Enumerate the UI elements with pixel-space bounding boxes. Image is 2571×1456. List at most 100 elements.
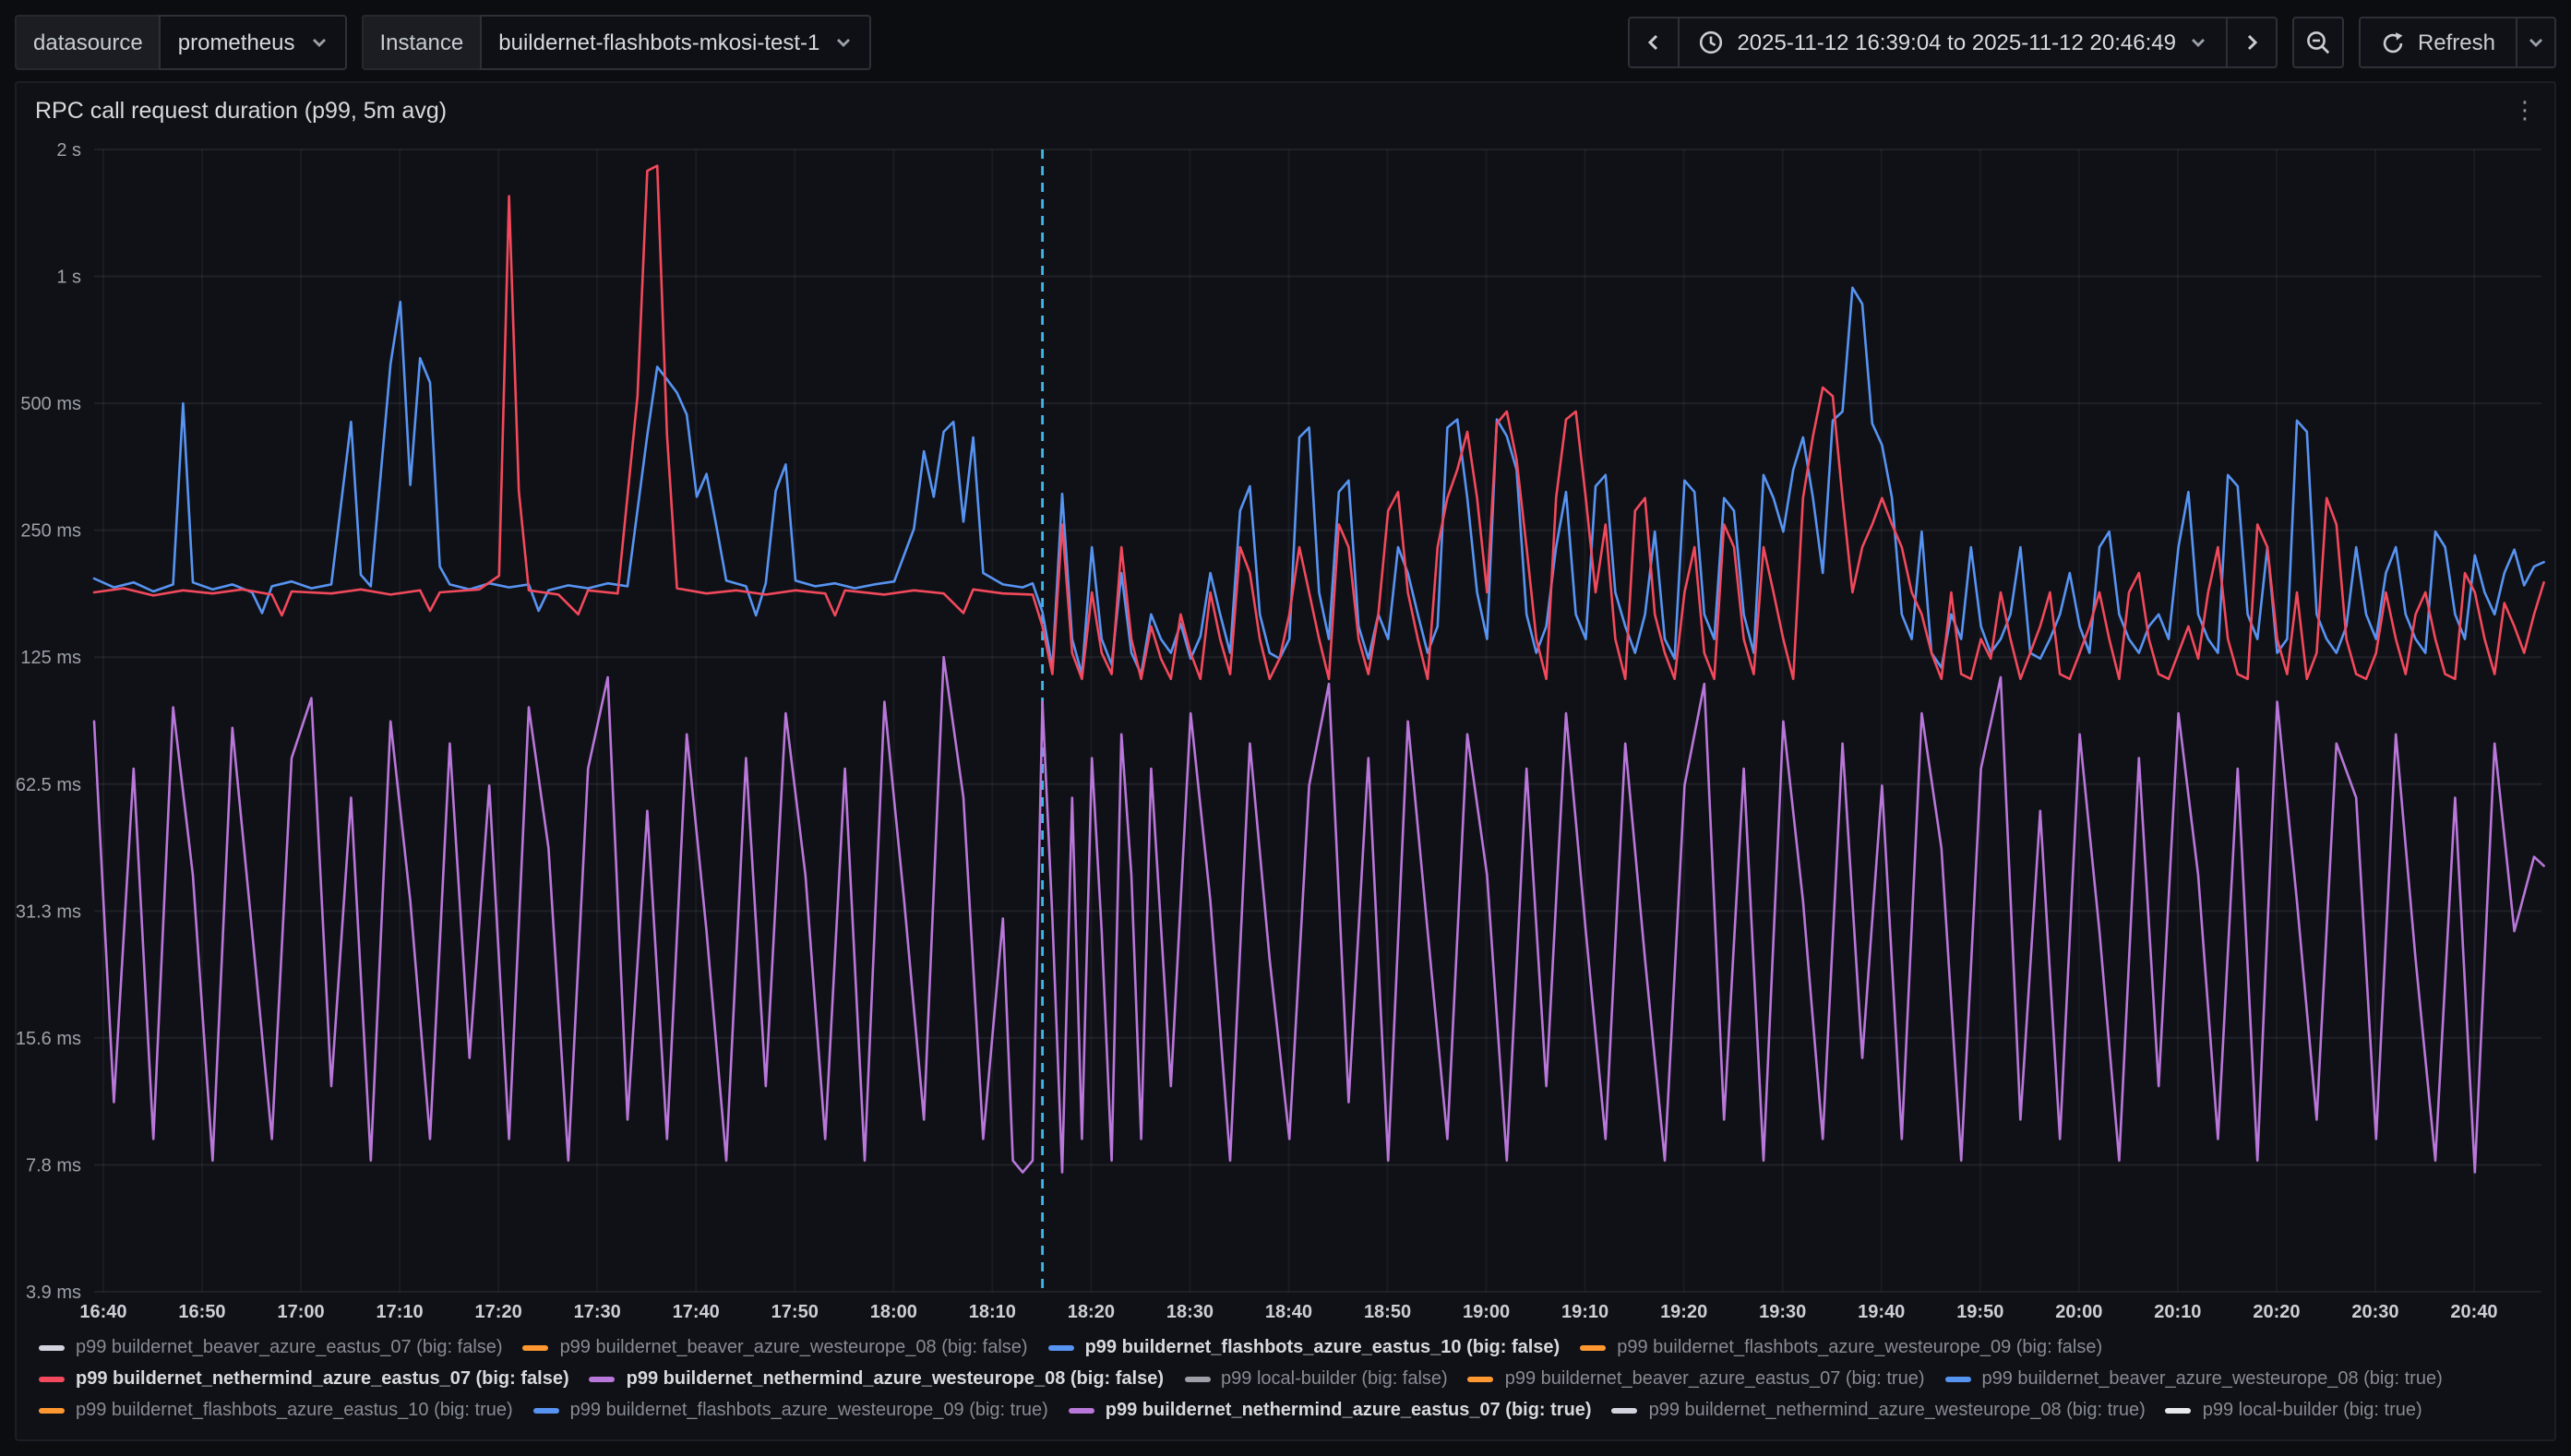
magnifier-minus-icon (2305, 30, 2331, 55)
refresh-icon (2381, 30, 2405, 54)
time-range-picker[interactable]: 2025-11-12 16:39:04 to 2025-11-12 20:46:… (1678, 17, 2228, 68)
x-axis-label: 19:30 (1759, 1302, 1806, 1322)
x-axis-label: 20:10 (2154, 1302, 2201, 1322)
timeseries-chart[interactable]: 2 s1 s500 ms250 ms125 ms62.5 ms31.3 ms15… (17, 135, 2554, 1329)
legend-item[interactable]: p99 local-builder (big: true) (2166, 1397, 2422, 1425)
x-axis-label: 19:40 (1858, 1302, 1905, 1322)
chevron-down-icon (834, 33, 853, 52)
var-datasource: datasource prometheus (15, 15, 347, 70)
x-axis-label: 19:50 (1956, 1302, 2003, 1322)
time-shift-forward-button[interactable] (2226, 17, 2278, 68)
series-color-dash (1612, 1408, 1638, 1414)
x-axis-label: 20:30 (2351, 1302, 2398, 1322)
x-axis-label: 20:20 (2253, 1302, 2300, 1322)
series-color-dash (533, 1408, 559, 1414)
y-axis-label: 125 ms (20, 648, 81, 668)
y-axis-label: 500 ms (20, 394, 81, 414)
clock-icon (1698, 30, 1724, 55)
instance-select[interactable]: buildernet-flashbots-mkosi-test-1 (480, 15, 871, 70)
series-color-dash (1184, 1377, 1210, 1382)
legend: p99 buildernet_beaver_azure_eastus_07 (b… (17, 1329, 2554, 1439)
legend-label: p99 buildernet_beaver_azure_westeurope_0… (1982, 1369, 2443, 1390)
legend-item[interactable]: p99 buildernet_flashbots_azure_westeurop… (533, 1397, 1048, 1425)
chevron-down-icon (2527, 33, 2545, 52)
legend-item[interactable]: p99 buildernet_beaver_azure_westeurope_0… (1945, 1366, 2443, 1393)
panel-rpc-duration: RPC call request duration (p99, 5m avg) … (15, 81, 2556, 1441)
x-axis-label: 18:10 (969, 1302, 1016, 1322)
series-color-dash (39, 1408, 65, 1414)
x-axis-label: 17:40 (673, 1302, 720, 1322)
series-line (94, 288, 2544, 674)
time-shift-back-button[interactable] (1628, 17, 1680, 68)
var-instance: Instance buildernet-flashbots-mkosi-test… (362, 15, 872, 70)
x-axis-label: 16:40 (79, 1302, 126, 1322)
x-axis-label: 17:10 (377, 1302, 424, 1322)
legend-label: p99 buildernet_nethermind_azure_eastus_0… (76, 1369, 569, 1390)
series-color-dash (39, 1345, 65, 1351)
legend-label: p99 buildernet_nethermind_azure_westeuro… (627, 1369, 1164, 1390)
series-color-dash (523, 1345, 549, 1351)
instance-label: Instance (362, 15, 481, 70)
panel-header: RPC call request duration (p99, 5m avg) … (17, 83, 2554, 135)
grafana-dashboard: datasource prometheus Instance builderne… (0, 0, 2571, 1456)
chevron-down-icon (2189, 33, 2207, 52)
dashboard-toolbar: datasource prometheus Instance builderne… (0, 0, 2571, 81)
legend-label: p99 local-builder (big: false) (1221, 1369, 1448, 1390)
x-axis-label: 17:50 (771, 1302, 819, 1322)
x-axis-label: 17:00 (277, 1302, 324, 1322)
panel-menu-kebab-icon[interactable]: ⋮ (2503, 92, 2547, 129)
legend-label: p99 local-builder (big: true) (2203, 1401, 2422, 1421)
series-color-dash (1069, 1408, 1094, 1414)
legend-item[interactable]: p99 buildernet_beaver_azure_eastus_07 (b… (39, 1334, 503, 1362)
legend-item[interactable]: p99 buildernet_flashbots_azure_eastus_10… (1048, 1334, 1561, 1362)
time-nav-group: 2025-11-12 16:39:04 to 2025-11-12 20:46:… (1628, 17, 2278, 68)
legend-item[interactable]: p99 buildernet_nethermind_azure_eastus_0… (39, 1366, 569, 1393)
series-color-dash (2166, 1408, 2192, 1414)
legend-item[interactable]: p99 buildernet_beaver_azure_eastus_07 (b… (1468, 1366, 1925, 1393)
legend-item[interactable]: p99 buildernet_nethermind_azure_eastus_0… (1069, 1397, 1592, 1425)
y-axis-label: 15.6 ms (17, 1029, 81, 1049)
chevron-down-icon (310, 33, 329, 52)
series-color-dash (39, 1377, 65, 1382)
chevron-right-icon (2241, 31, 2263, 54)
y-axis-label: 31.3 ms (17, 901, 81, 922)
chart-plot[interactable]: 2 s1 s500 ms250 ms125 ms62.5 ms31.3 ms15… (17, 135, 2554, 1329)
refresh-interval-dropdown[interactable] (2516, 17, 2556, 68)
zoom-out-button[interactable] (2292, 17, 2344, 68)
legend-item[interactable]: p99 local-builder (big: false) (1184, 1366, 1448, 1393)
legend-label: p99 buildernet_flashbots_azure_eastus_10… (1085, 1338, 1561, 1358)
x-axis-label: 20:00 (2055, 1302, 2102, 1322)
legend-item[interactable]: p99 buildernet_nethermind_azure_westeuro… (590, 1366, 1164, 1393)
x-axis-label: 18:00 (870, 1302, 917, 1322)
legend-label: p99 buildernet_beaver_azure_westeurope_0… (560, 1338, 1028, 1358)
series-color-dash (590, 1377, 616, 1382)
x-axis-label: 18:20 (1068, 1302, 1115, 1322)
x-axis-label: 17:30 (574, 1302, 621, 1322)
datasource-select[interactable]: prometheus (160, 15, 347, 70)
refresh-label: Refresh (2418, 30, 2495, 55)
refresh-group: Refresh (2359, 17, 2556, 68)
legend-label: p99 buildernet_flashbots_azure_westeurop… (570, 1401, 1048, 1421)
time-range-text: 2025-11-12 16:39:04 to 2025-11-12 20:46:… (1737, 30, 2176, 55)
y-axis-label: 2 s (56, 140, 81, 161)
x-axis-label: 18:50 (1364, 1302, 1411, 1322)
legend-item[interactable]: p99 buildernet_beaver_azure_westeurope_0… (523, 1334, 1028, 1362)
y-axis-label: 250 ms (20, 521, 81, 542)
chevron-left-icon (1643, 31, 1665, 54)
legend-label: p99 buildernet_flashbots_azure_westeurop… (1617, 1338, 2102, 1358)
y-axis-label: 1 s (56, 268, 81, 288)
x-axis-label: 19:00 (1463, 1302, 1510, 1322)
series-line (94, 657, 2544, 1172)
legend-label: p99 buildernet_nethermind_azure_westeuro… (1649, 1401, 2146, 1421)
x-axis-label: 19:10 (1561, 1302, 1608, 1322)
x-axis-label: 18:30 (1166, 1302, 1214, 1322)
series-line (94, 166, 2544, 679)
legend-label: p99 buildernet_nethermind_azure_eastus_0… (1106, 1401, 1592, 1421)
refresh-button[interactable]: Refresh (2359, 17, 2517, 68)
legend-item[interactable]: p99 buildernet_flashbots_azure_eastus_10… (39, 1397, 513, 1425)
panel-title[interactable]: RPC call request duration (p99, 5m avg) (35, 98, 447, 124)
series-color-dash (1048, 1345, 1074, 1351)
legend-item[interactable]: p99 buildernet_flashbots_azure_westeurop… (1580, 1334, 2102, 1362)
series-color-dash (1945, 1377, 1971, 1382)
legend-item[interactable]: p99 buildernet_nethermind_azure_westeuro… (1612, 1397, 2146, 1425)
